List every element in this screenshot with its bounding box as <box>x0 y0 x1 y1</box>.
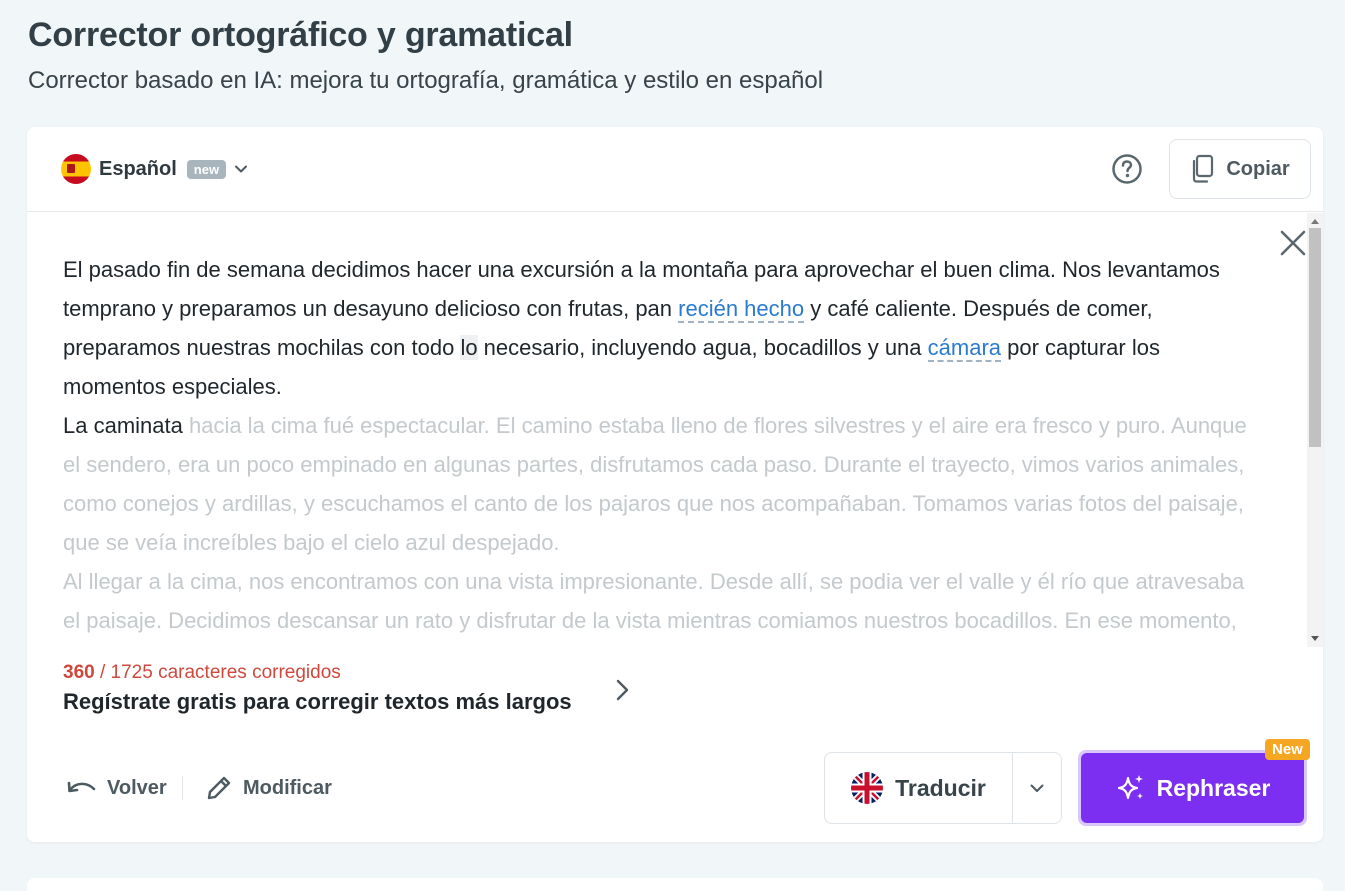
selected-word: lo <box>460 335 478 360</box>
divider <box>182 776 183 800</box>
edit-button[interactable]: Modificar <box>205 772 332 804</box>
sparkles-icon <box>1117 775 1143 800</box>
copy-icon <box>1193 154 1214 183</box>
back-button[interactable]: Volver <box>67 772 167 804</box>
language-label: Español <box>99 157 177 180</box>
close-icon[interactable] <box>1279 229 1307 257</box>
translate-label: Traducir <box>895 774 986 801</box>
translate-button[interactable]: Traducir <box>825 753 1013 823</box>
language-selector[interactable]: Español new <box>61 153 248 185</box>
text-segment: La caminata <box>63 413 183 438</box>
uk-flag-icon <box>851 772 884 804</box>
rephraser-button[interactable]: Rephraser <box>1078 750 1307 826</box>
help-icon <box>1112 154 1142 184</box>
undo-icon <box>67 781 96 793</box>
translate-dropdown[interactable] <box>1013 753 1061 823</box>
chevron-down-icon <box>1030 784 1044 792</box>
copy-button[interactable]: Copiar <box>1169 139 1311 199</box>
suggestion-camara[interactable]: cámara <box>927 335 1001 362</box>
scroll-up-icon[interactable] <box>1311 219 1319 224</box>
text-segment: necesario, incluyendo agua, bocadillos y… <box>477 335 928 360</box>
translate-group: Traducir <box>824 752 1062 824</box>
chevron-down-icon <box>235 165 248 173</box>
rephraser-new-badge: New <box>1265 739 1310 760</box>
editor-scrollbar[interactable] <box>1307 213 1323 647</box>
language-new-badge: new <box>186 159 227 179</box>
text-editor[interactable]: El pasado fin de semana decidimos hacer … <box>27 213 1307 647</box>
editor-text[interactable]: El pasado fin de semana decidimos hacer … <box>63 250 1263 647</box>
page-title: Corrector ortográfico y gramatical <box>28 16 573 54</box>
uncorrected-text: hacia la cima fué espectacular. El camin… <box>63 413 1247 555</box>
chars-corrected: 360 <box>63 662 95 683</box>
paragraph-2: La caminata hacia la cima fué espectacul… <box>63 406 1263 562</box>
paragraph-1: El pasado fin de semana decidimos hacer … <box>63 250 1263 406</box>
scroll-down-icon[interactable] <box>1311 636 1319 641</box>
scroll-thumb[interactable] <box>1309 228 1321 447</box>
paragraph-3: Al llegar a la cima, nos encontramos con… <box>63 569 1245 633</box>
pencil-icon <box>207 776 231 800</box>
back-label: Volver <box>107 776 167 799</box>
spain-flag-icon <box>61 154 91 184</box>
edit-label: Modificar <box>243 776 332 799</box>
rephraser-label: Rephraser <box>1156 774 1271 801</box>
character-counter: 360 / 1725 caracteres corregidos <box>63 662 341 684</box>
rephraser-inner: Rephraser <box>1081 753 1304 823</box>
page-subtitle: Corrector basado en IA: mejora tu ortogr… <box>28 67 824 94</box>
suggestion-recien-hecho[interactable]: recién hecho <box>678 296 805 323</box>
chars-total: / 1725 caracteres corregidos <box>94 662 341 683</box>
editor-toolbar: Español new Copiar <box>27 127 1323 212</box>
signup-link[interactable]: Regístrate gratis para corregir textos m… <box>63 689 572 715</box>
copy-label: Copiar <box>1226 157 1290 180</box>
chevron-right-icon[interactable] <box>611 677 633 703</box>
corrector-card: Español new Copiar El pasado fin de sema… <box>27 127 1323 842</box>
help-button[interactable] <box>1110 152 1144 186</box>
secondary-card <box>27 878 1323 891</box>
